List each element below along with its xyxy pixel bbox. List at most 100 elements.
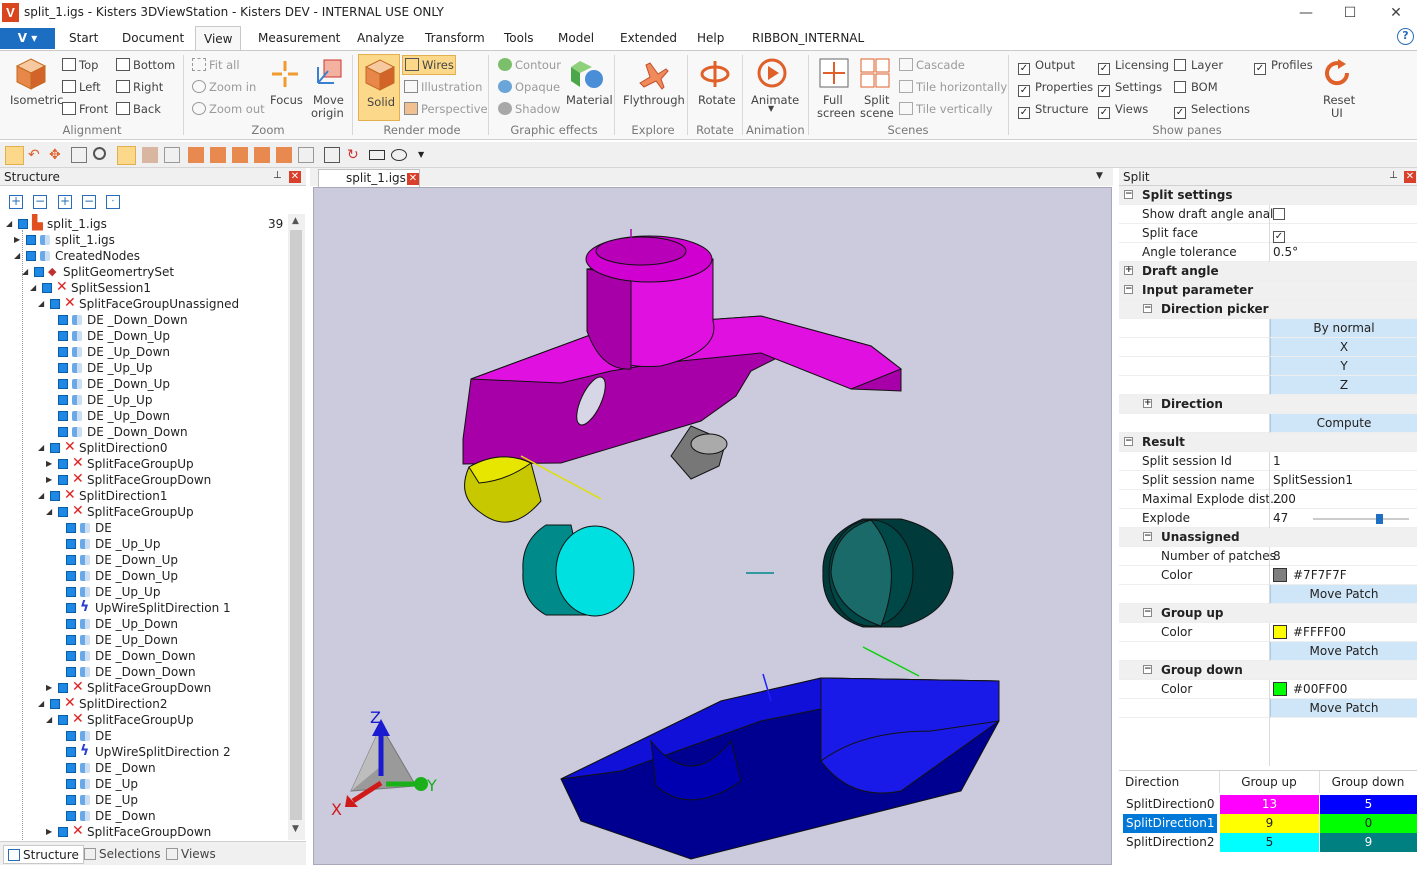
tree-node[interactable]: ▶ ✕ SplitFaceGroupDown [0, 472, 288, 488]
tree-node[interactable]: DE _Up_Up [0, 392, 288, 408]
collapse-icon[interactable]: − [1143, 532, 1152, 541]
tree-node[interactable]: DE _Up_Down [0, 632, 288, 648]
visibility-checkbox[interactable] [58, 395, 68, 405]
tree-node[interactable]: ◢ ✕ SplitSession1 [0, 280, 288, 296]
y-direction-button[interactable]: Y [1270, 357, 1417, 375]
collapse-arrow-icon[interactable]: ◢ [6, 219, 15, 228]
collapse-icon[interactable]: − [1143, 304, 1152, 313]
visibility-checkbox[interactable] [66, 635, 76, 645]
tab-views-pane[interactable]: Views [162, 845, 220, 864]
scroll-thumb[interactable] [290, 230, 302, 820]
tab-extended[interactable]: Extended [612, 26, 685, 50]
tree-node[interactable]: ◢ ✕ SplitFaceGroupUnassigned [0, 296, 288, 312]
expand-level-icon[interactable]: + [58, 195, 72, 209]
wires-button[interactable]: Wires [402, 55, 456, 75]
material-button[interactable] [570, 57, 604, 94]
select-face-icon[interactable] [142, 147, 158, 163]
shadow-button[interactable]: Shadow [498, 102, 560, 116]
scroll-up-icon[interactable]: ▲ [292, 216, 299, 226]
tree-node[interactable]: DE _Up_Up [0, 584, 288, 600]
pan-icon[interactable]: ✥ [49, 147, 65, 163]
collapse-level-icon[interactable]: − [82, 195, 96, 209]
expand-all-icon[interactable]: + [9, 195, 23, 209]
visibility-checkbox[interactable] [42, 283, 52, 293]
view-cube-left-icon[interactable] [232, 147, 248, 163]
split-settings-category[interactable]: − Split settings [1119, 186, 1417, 205]
tab-measurement[interactable]: Measurement [250, 26, 348, 50]
x-direction-button[interactable]: X [1270, 338, 1417, 356]
visibility-checkbox[interactable] [58, 315, 68, 325]
view-cube-right-icon[interactable] [254, 147, 270, 163]
tree-node[interactable]: DE _Down_Up [0, 568, 288, 584]
tree-node[interactable]: DE _Down_Down [0, 648, 288, 664]
maximize-button[interactable]: ☐ [1335, 3, 1365, 23]
bom-checkbox[interactable]: BOM [1174, 80, 1218, 94]
toolbar-dropdown-icon[interactable]: ▼ [418, 147, 434, 163]
visibility-checkbox[interactable] [26, 251, 36, 261]
visibility-checkbox[interactable] [50, 491, 60, 501]
left-view-button[interactable]: Left [62, 80, 101, 94]
collapse-arrow-icon[interactable]: ◢ [38, 443, 47, 452]
visibility-checkbox[interactable] [26, 235, 36, 245]
comment-icon[interactable] [324, 147, 340, 163]
licensing-checkbox[interactable]: ✓ Licensing [1098, 58, 1169, 75]
visibility-checkbox[interactable] [66, 731, 76, 741]
collapse-icon[interactable]: − [1143, 665, 1152, 674]
result-group-down-cell[interactable]: 0 [1320, 814, 1417, 833]
view-cube-back-icon[interactable] [210, 147, 226, 163]
tab-document[interactable]: Document [114, 26, 192, 50]
tree-node[interactable]: ◢ ✕ SplitFaceGroupUp [0, 712, 288, 728]
views-checkbox[interactable]: ✓ Views [1098, 102, 1148, 119]
collapse-icon[interactable]: − [1124, 437, 1133, 446]
collapse-all-icon[interactable]: − [33, 195, 47, 209]
visibility-checkbox[interactable] [58, 363, 68, 373]
tree-node[interactable]: DE _Up_Up [0, 360, 288, 376]
visibility-checkbox[interactable] [50, 299, 60, 309]
tree-node[interactable]: DE _Up_Down [0, 616, 288, 632]
visibility-checkbox[interactable] [66, 571, 76, 581]
tree-node[interactable]: ϟ UpWireSplitDirection 2 [0, 744, 288, 760]
flythrough-button[interactable] [636, 57, 670, 94]
expand-arrow-icon[interactable]: ▶ [46, 683, 55, 692]
visibility-checkbox[interactable] [58, 507, 68, 517]
tree-node[interactable]: ▶ split_1.igs [0, 232, 288, 248]
tree-node[interactable]: DE _Up [0, 792, 288, 808]
3d-viewport[interactable]: Z X Y [313, 187, 1112, 865]
visibility-checkbox[interactable] [50, 699, 60, 709]
tab-transform[interactable]: Transform [417, 26, 493, 50]
split-scene-button[interactable] [859, 57, 891, 92]
tab-model[interactable]: Model [550, 26, 602, 50]
visibility-checkbox[interactable] [66, 651, 76, 661]
structure-close-icon[interactable]: ✕ [289, 171, 301, 183]
group-down-category[interactable]: − Group down [1119, 661, 1417, 680]
circle-arrow-icon[interactable]: ↻ [347, 147, 363, 163]
view-cube-top-icon[interactable] [276, 147, 292, 163]
solid-button[interactable]: Solid [358, 54, 400, 121]
document-dropdown-icon[interactable]: ▼ [1096, 171, 1103, 181]
unassigned-color-field[interactable]: #7F7F7F [1273, 566, 1347, 585]
contour-button[interactable]: Contour [498, 58, 561, 72]
tree-node[interactable]: ▶ ✕ SplitFaceGroupUp [0, 456, 288, 472]
fit-all-button[interactable]: Fit all [192, 58, 240, 72]
result-category[interactable]: − Result [1119, 433, 1417, 452]
document-tab[interactable]: split_1.igs ✕ [318, 169, 420, 187]
expand-icon[interactable]: + [1124, 266, 1133, 275]
collapse-icon[interactable]: − [1124, 285, 1133, 294]
bottom-view-button[interactable]: Bottom [116, 58, 175, 72]
unassigned-category[interactable]: − Unassigned [1119, 528, 1417, 547]
zoom-box-icon[interactable] [71, 147, 87, 163]
blue-bracket-part[interactable] [560, 673, 1000, 860]
right-view-button[interactable]: Right [116, 80, 163, 94]
rectangle-icon[interactable] [369, 150, 385, 160]
visibility-checkbox[interactable] [58, 459, 68, 469]
result-group-up-cell[interactable]: 5 [1220, 833, 1319, 852]
visibility-checkbox[interactable] [66, 539, 76, 549]
split-face-checkbox[interactable]: ✓ [1273, 231, 1285, 243]
back-view-button[interactable]: Back [116, 102, 161, 116]
perspective-button[interactable]: Perspective [404, 102, 488, 116]
animate-dropdown-icon[interactable]: ▼ [768, 104, 774, 113]
visibility-checkbox[interactable] [18, 219, 28, 229]
tree-node[interactable]: ◢ ✕ SplitFaceGroupUp [0, 504, 288, 520]
tree-node[interactable]: DE _Down_Down [0, 424, 288, 440]
visibility-checkbox[interactable] [58, 427, 68, 437]
